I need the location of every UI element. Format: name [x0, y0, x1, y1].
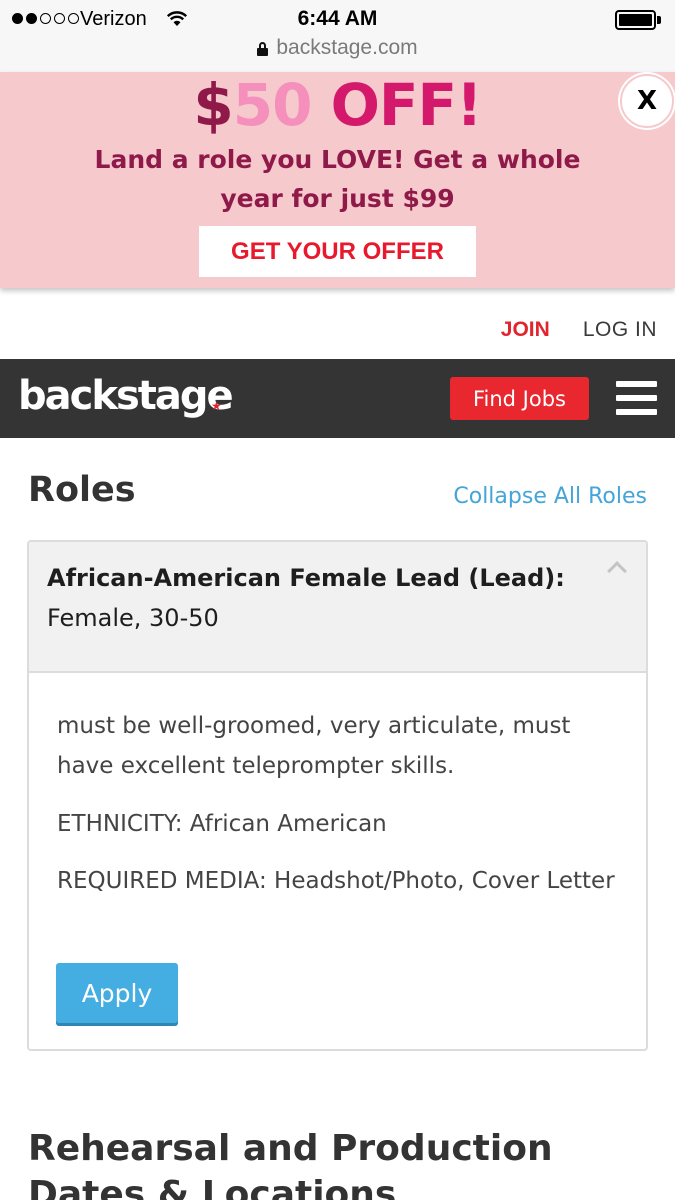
dates-locations-heading: Rehearsal and Production Dates & Locatio… — [28, 1128, 553, 1200]
chevron-up-icon[interactable] — [607, 561, 627, 581]
address-bar[interactable]: backstage.com — [0, 36, 675, 64]
promo-amount: 50 — [232, 71, 313, 139]
find-jobs-button[interactable]: Find Jobs — [450, 377, 589, 420]
apply-button[interactable]: Apply — [56, 963, 178, 1023]
role-card: African-American Female Lead (Lead): Fem… — [27, 540, 648, 1051]
lock-icon — [257, 42, 269, 56]
main-navbar: backstage ★ Find Jobs — [0, 359, 675, 438]
promo-headline: $50 OFF! — [0, 74, 675, 136]
role-required-media: REQUIRED MEDIA: Headshot/Photo, Cover Le… — [57, 868, 615, 894]
promo-off: OFF! — [311, 71, 483, 139]
status-bar: Verizon 6:44 AM backstage.com — [0, 0, 675, 72]
role-description: must be well-groomed, very articulate, m… — [57, 713, 571, 779]
roles-heading: Roles — [28, 470, 136, 510]
promo-subtext: Land a role you LOVE! Get a whole year f… — [94, 145, 581, 213]
get-offer-button[interactable]: GET YOUR OFFER — [199, 226, 476, 277]
backstage-logo[interactable]: backstage — [18, 373, 234, 419]
close-promo-button[interactable]: X — [620, 74, 674, 128]
url-text: backstage.com — [276, 36, 418, 59]
login-link[interactable]: LOG IN — [583, 318, 657, 346]
promo-dollar: $ — [193, 71, 233, 139]
role-ethnicity: ETHNICITY: African American — [57, 811, 387, 837]
role-gender-age: Female, 30-50 — [47, 604, 219, 632]
account-links: JOIN LOG IN — [501, 318, 657, 346]
join-link[interactable]: JOIN — [501, 318, 550, 346]
hamburger-menu-icon[interactable] — [616, 381, 657, 415]
role-name: African-American Female Lead (Lead): — [47, 564, 565, 592]
promo-banner: $50 OFF! Land a role you LOVE! Get a who… — [0, 72, 675, 288]
battery-icon — [615, 10, 661, 30]
logo-star-icon: ★ — [211, 399, 222, 413]
clock: 6:44 AM — [297, 7, 378, 30]
role-header[interactable]: African-American Female Lead (Lead): Fem… — [29, 542, 646, 673]
collapse-all-roles-link[interactable]: Collapse All Roles — [453, 484, 647, 509]
